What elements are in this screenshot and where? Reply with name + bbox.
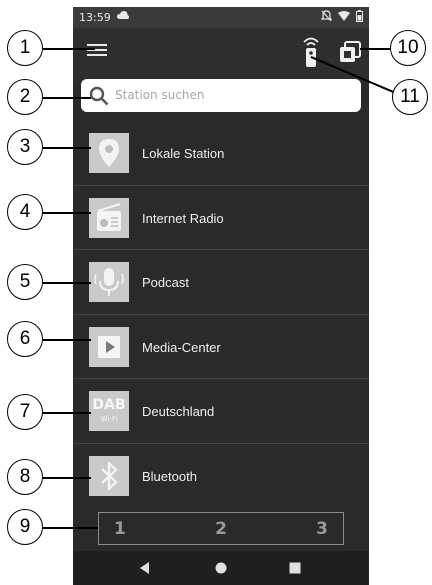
cloud-icon <box>117 11 129 19</box>
menu-item-label: Podcast <box>142 275 189 291</box>
callout-3: 3 <box>7 129 43 165</box>
preset-button-3[interactable]: 3 <box>316 519 328 539</box>
menu-item-local-station[interactable]: Lokale Station <box>73 121 369 186</box>
callout-10: 10 <box>390 30 426 66</box>
microphone-icon <box>89 262 129 303</box>
search-input[interactable] <box>115 85 351 105</box>
back-icon[interactable] <box>139 562 151 574</box>
app-top-bar <box>73 28 369 82</box>
callout-5: 5 <box>7 264 43 300</box>
callout-6: 6 <box>7 321 43 357</box>
source-menu-list: Lokale Station Internet Radio Podcast Me… <box>73 121 369 509</box>
dab-icon-text: DAB <box>92 397 126 414</box>
play-icon <box>89 326 129 367</box>
android-nav-bar <box>73 551 369 585</box>
multiroom-copy-button[interactable] <box>339 41 361 63</box>
wifi-icon <box>338 11 350 21</box>
callout-7: 7 <box>7 394 43 430</box>
status-icons <box>321 10 363 22</box>
menu-item-podcast[interactable]: Podcast <box>73 250 369 315</box>
callout-9: 9 <box>7 509 43 545</box>
leader-line-4 <box>43 212 91 214</box>
callout-1: 1 <box>7 30 43 66</box>
leader-line-10 <box>360 48 392 50</box>
recents-icon[interactable] <box>289 562 301 574</box>
battery-icon <box>356 10 363 22</box>
menu-item-dab[interactable]: DAB Wi-Fi Deutschland <box>73 379 369 444</box>
leader-line-2 <box>43 97 91 99</box>
status-time: 13:59 <box>79 11 111 24</box>
menu-item-label: Bluetooth <box>142 468 197 484</box>
dab-icon-subtext: Wi-Fi <box>100 415 118 424</box>
leader-line-5 <box>43 282 91 284</box>
menu-item-internet-radio[interactable]: Internet Radio <box>73 186 369 251</box>
leader-line-9 <box>43 527 98 529</box>
notifications-off-icon <box>321 10 332 22</box>
hamburger-menu-button[interactable] <box>87 44 107 60</box>
home-icon[interactable] <box>215 562 227 574</box>
leader-line-6 <box>43 339 91 341</box>
manual-figure: 13:59 Station suchen Lokale Station Inte… <box>0 0 432 585</box>
callout-8: 8 <box>7 459 43 495</box>
callout-2: 2 <box>7 79 43 115</box>
preset-button-1[interactable]: 1 <box>114 519 126 539</box>
bluetooth-icon <box>89 455 129 496</box>
menu-item-bluetooth[interactable]: Bluetooth <box>73 444 369 509</box>
phone-screen: 13:59 Station suchen Lokale Station Inte… <box>73 7 369 585</box>
preset-bar: 1 2 3 <box>98 512 344 545</box>
callout-11: 11 <box>392 79 428 115</box>
status-bar: 13:59 <box>73 7 369 28</box>
dab-wifi-icon: DAB Wi-Fi <box>89 391 129 432</box>
leader-line-7 <box>43 412 91 414</box>
leader-line-8 <box>43 477 91 479</box>
menu-line <box>87 44 107 46</box>
menu-line <box>87 54 107 56</box>
menu-item-media-center[interactable]: Media-Center <box>73 315 369 380</box>
menu-item-label: Lokale Station <box>142 146 225 161</box>
remote-control-button[interactable] <box>301 36 321 68</box>
menu-item-label: Media-Center <box>142 339 221 355</box>
location-pin-icon <box>89 133 129 173</box>
search-icon <box>89 86 109 106</box>
menu-item-label: Internet Radio <box>142 210 224 226</box>
preset-button-2[interactable]: 2 <box>215 519 227 539</box>
leader-line-1 <box>43 48 95 50</box>
callout-4: 4 <box>7 194 43 230</box>
radio-icon <box>89 197 129 238</box>
menu-item-label: Deutschland <box>142 404 215 420</box>
station-search-bar[interactable] <box>81 79 361 112</box>
leader-line-3 <box>43 147 91 149</box>
